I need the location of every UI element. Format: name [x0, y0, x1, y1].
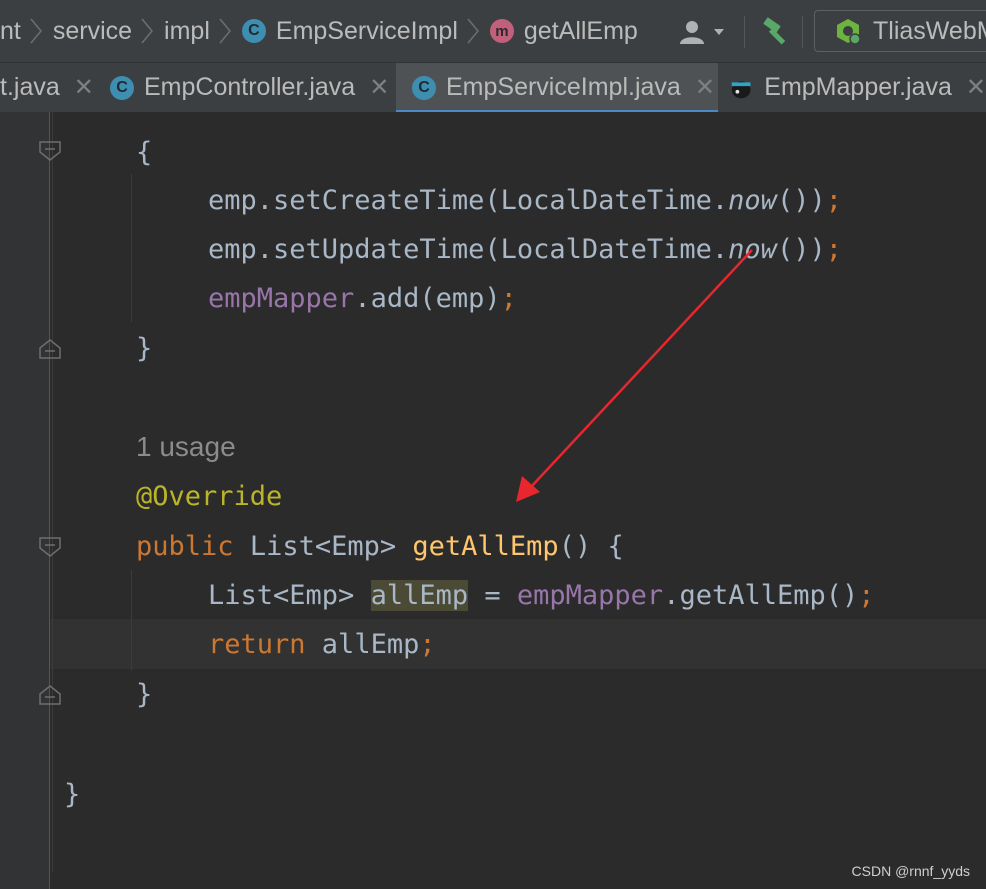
annotation-arrow [516, 249, 753, 502]
